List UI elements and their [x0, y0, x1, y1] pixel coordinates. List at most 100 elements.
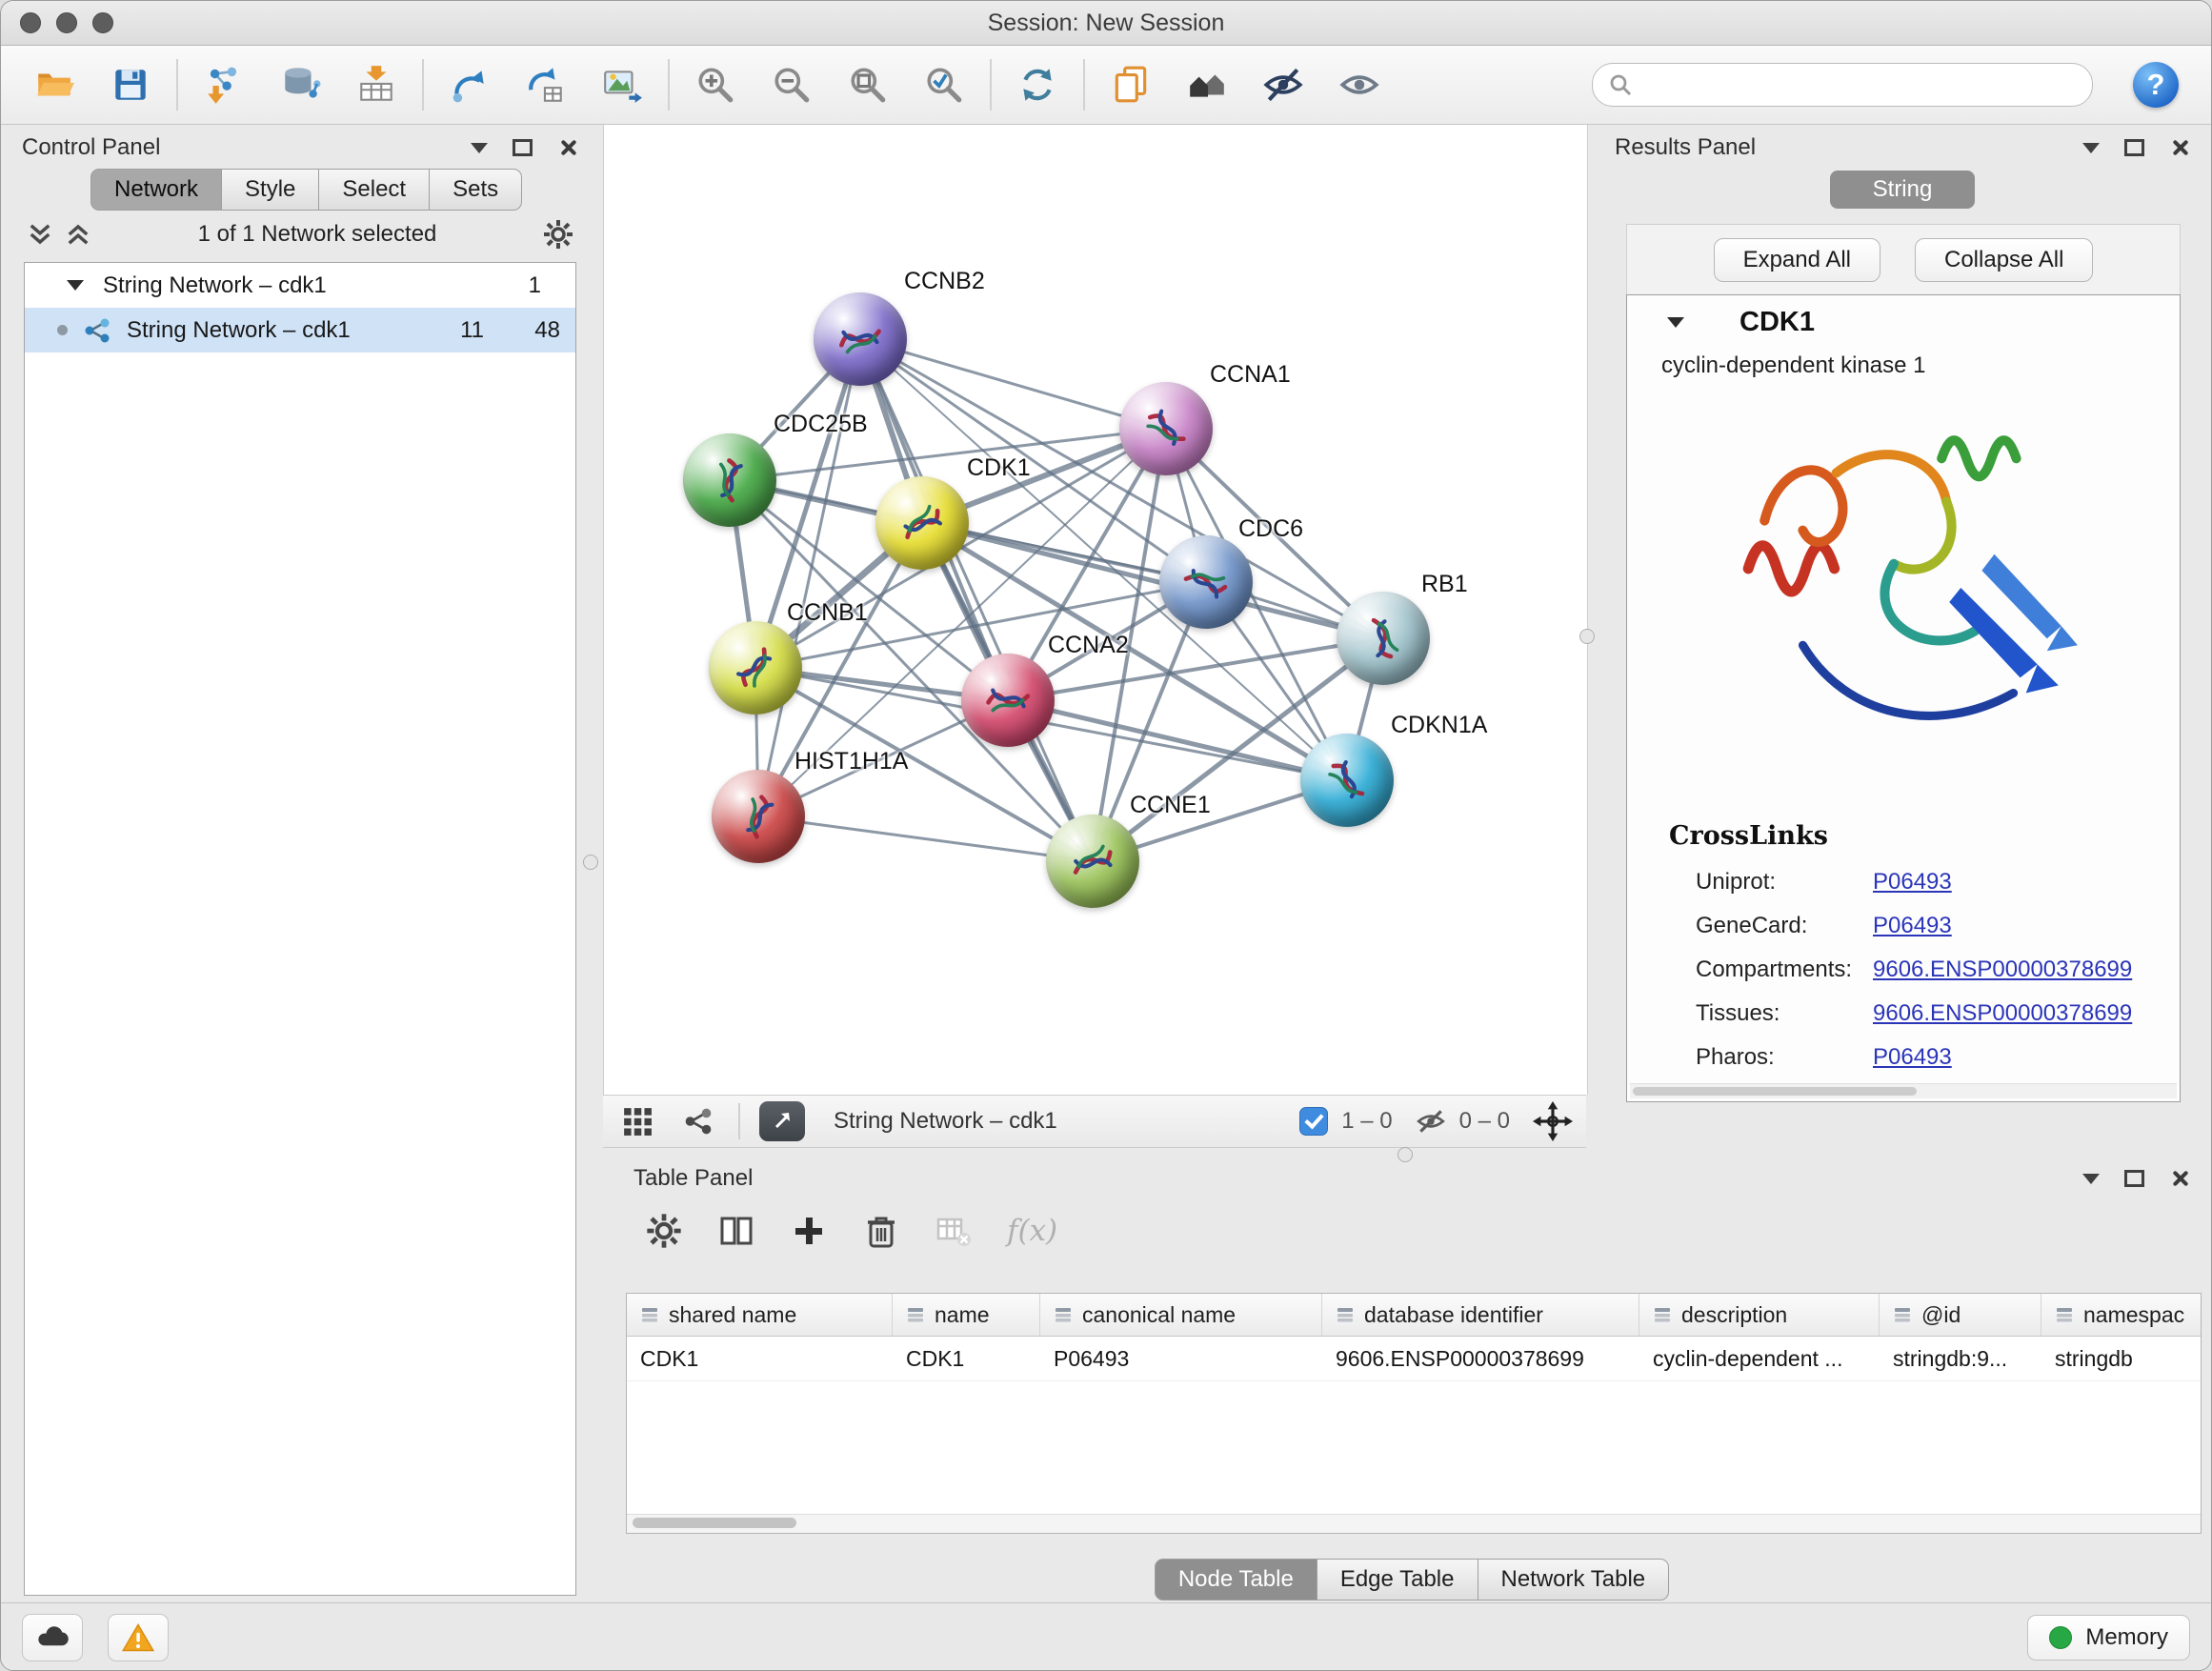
- entry-expander-icon[interactable]: [1667, 317, 1684, 328]
- expand-all-button[interactable]: Expand All: [1714, 238, 1880, 282]
- zoom-selected-button[interactable]: [906, 50, 982, 120]
- table-row[interactable]: CDK1CDK1P064939606.ENSP00000378699cyclin…: [627, 1337, 2201, 1381]
- node-CDC6[interactable]: [1159, 535, 1253, 629]
- crosslink-link[interactable]: P06493: [1873, 913, 1952, 939]
- panel-float-icon[interactable]: [2124, 139, 2144, 156]
- horizontal-splitter-handle[interactable]: [1398, 1147, 1413, 1162]
- export-network-button[interactable]: [759, 1101, 805, 1141]
- tab-edge-table[interactable]: Edge Table: [1317, 1559, 1478, 1601]
- table-cell[interactable]: CDK1: [627, 1337, 893, 1380]
- results-horizontal-scrollbar[interactable]: [1630, 1083, 2177, 1098]
- table-cell[interactable]: stringdb: [2041, 1337, 2202, 1380]
- table-cell[interactable]: CDK1: [893, 1337, 1040, 1380]
- edge-CCNA2-CDKN1A[interactable]: [1008, 700, 1347, 780]
- tab-select[interactable]: Select: [319, 169, 430, 211]
- selection-checkbox[interactable]: [1299, 1107, 1328, 1136]
- gene-entry-header[interactable]: CDK1: [1627, 295, 2180, 349]
- crosslink-link[interactable]: P06493: [1873, 869, 1952, 896]
- edge-CCNB2-CCNE1[interactable]: [860, 339, 1093, 861]
- panel-close-icon[interactable]: [2169, 1168, 2190, 1189]
- move-crosshair-icon[interactable]: [1533, 1101, 1573, 1141]
- memory-button[interactable]: Memory: [2027, 1615, 2190, 1661]
- crosslink-link[interactable]: 9606.ENSP00000378699: [1873, 956, 2132, 983]
- add-column-icon[interactable]: [790, 1212, 828, 1250]
- network-from-table-button[interactable]: [508, 50, 584, 120]
- panel-float-icon[interactable]: [2124, 1170, 2144, 1187]
- import-table-button[interactable]: [338, 50, 414, 120]
- minimize-window-button[interactable]: [56, 12, 77, 33]
- panel-close-icon[interactable]: [557, 137, 578, 158]
- crosslink-link[interactable]: P06493: [1873, 1044, 1952, 1071]
- column-header-canonical-name[interactable]: canonical name: [1040, 1294, 1322, 1336]
- search-input[interactable]: [1642, 70, 2077, 99]
- zoom-out-button[interactable]: [754, 50, 830, 120]
- import-network-database-button[interactable]: [262, 50, 338, 120]
- gear-icon[interactable]: [542, 218, 574, 251]
- collapse-all-button[interactable]: Collapse All: [1915, 238, 2093, 282]
- panel-close-icon[interactable]: [2169, 137, 2190, 158]
- node-CDK1[interactable]: [875, 476, 969, 570]
- save-session-button[interactable]: [92, 50, 169, 120]
- panel-collapse-icon[interactable]: [2082, 143, 2100, 153]
- edge-CDK1-RB1[interactable]: [922, 523, 1383, 638]
- node-CCNE1[interactable]: [1046, 815, 1139, 908]
- node-HIST1H1A[interactable]: [712, 770, 805, 863]
- table-cell[interactable]: stringdb:9...: [1880, 1337, 2041, 1380]
- grid-view-button[interactable]: [616, 1100, 658, 1142]
- node-CCNB1[interactable]: [709, 621, 802, 715]
- column-header-shared-name[interactable]: shared name: [627, 1294, 893, 1336]
- search-field[interactable]: [1592, 63, 2093, 107]
- hide-selected-button[interactable]: [1245, 50, 1321, 120]
- tab-network-table[interactable]: Network Table: [1478, 1559, 1670, 1601]
- panel-collapse-icon[interactable]: [2082, 1174, 2100, 1184]
- panel-float-icon[interactable]: [513, 139, 533, 156]
- table-cell[interactable]: 9606.ENSP00000378699: [1322, 1337, 1639, 1380]
- tree-expander-icon[interactable]: [67, 280, 84, 291]
- show-columns-icon[interactable]: [717, 1212, 755, 1250]
- network-overview-button[interactable]: [1169, 50, 1245, 120]
- column-header-database-identifier[interactable]: database identifier: [1322, 1294, 1639, 1336]
- column-header-name[interactable]: name: [893, 1294, 1040, 1336]
- cloud-status-button[interactable]: [22, 1614, 83, 1661]
- network-collection-row[interactable]: String Network – cdk1 1: [25, 263, 575, 308]
- node-CCNA1[interactable]: [1119, 382, 1213, 475]
- tab-sets[interactable]: Sets: [430, 169, 522, 211]
- delete-column-trash-icon[interactable]: [862, 1212, 900, 1250]
- scrollbar-thumb[interactable]: [633, 1518, 796, 1528]
- network-view-button[interactable]: [677, 1100, 719, 1142]
- network-row-selected[interactable]: String Network – cdk1 11 48: [25, 308, 575, 352]
- expand-all-tree-icon[interactable]: [26, 220, 54, 249]
- edge-HIST1H1A-CCNE1[interactable]: [758, 816, 1093, 861]
- table-cell[interactable]: P06493: [1040, 1337, 1322, 1380]
- network-canvas[interactable]: CCNB2CCNA1CDC25BCDK1CDC6RB1CCNB1CCNA2CDK…: [603, 125, 1588, 1095]
- zoom-fit-button[interactable]: [830, 50, 906, 120]
- vertical-splitter-handle[interactable]: [583, 855, 598, 870]
- show-all-button[interactable]: [1321, 50, 1398, 120]
- crosslink-link[interactable]: 9606.ENSP00000378699: [1873, 1000, 2132, 1027]
- node-RB1[interactable]: [1337, 592, 1430, 685]
- import-network-file-button[interactable]: [186, 50, 262, 120]
- column-header-namespac[interactable]: namespac: [2041, 1294, 2202, 1336]
- tab-string[interactable]: String: [1830, 171, 1975, 209]
- column-header--id[interactable]: @id: [1880, 1294, 2041, 1336]
- vertical-splitter-handle[interactable]: [1579, 629, 1595, 644]
- panel-collapse-icon[interactable]: [471, 143, 488, 153]
- node-CCNA2[interactable]: [961, 654, 1055, 747]
- network-tool-button[interactable]: [432, 50, 508, 120]
- tab-node-table[interactable]: Node Table: [1155, 1559, 1317, 1601]
- tab-network[interactable]: Network: [90, 169, 222, 211]
- tab-style[interactable]: Style: [222, 169, 319, 211]
- warnings-button[interactable]: [108, 1614, 169, 1661]
- help-button[interactable]: ?: [2133, 62, 2179, 108]
- table-settings-gear-icon[interactable]: [645, 1212, 683, 1250]
- export-image-button[interactable]: [584, 50, 660, 120]
- open-session-button[interactable]: [16, 50, 92, 120]
- table-cell[interactable]: cyclin-dependent ...: [1639, 1337, 1880, 1380]
- column-header-description[interactable]: description: [1639, 1294, 1880, 1336]
- node-CCNB2[interactable]: [814, 292, 907, 386]
- table-horizontal-scrollbar[interactable]: [627, 1514, 2201, 1533]
- close-window-button[interactable]: [20, 12, 41, 33]
- collapse-all-tree-icon[interactable]: [64, 220, 92, 249]
- node-CDC25B[interactable]: [683, 433, 776, 527]
- scrollbar-thumb[interactable]: [1633, 1087, 1917, 1096]
